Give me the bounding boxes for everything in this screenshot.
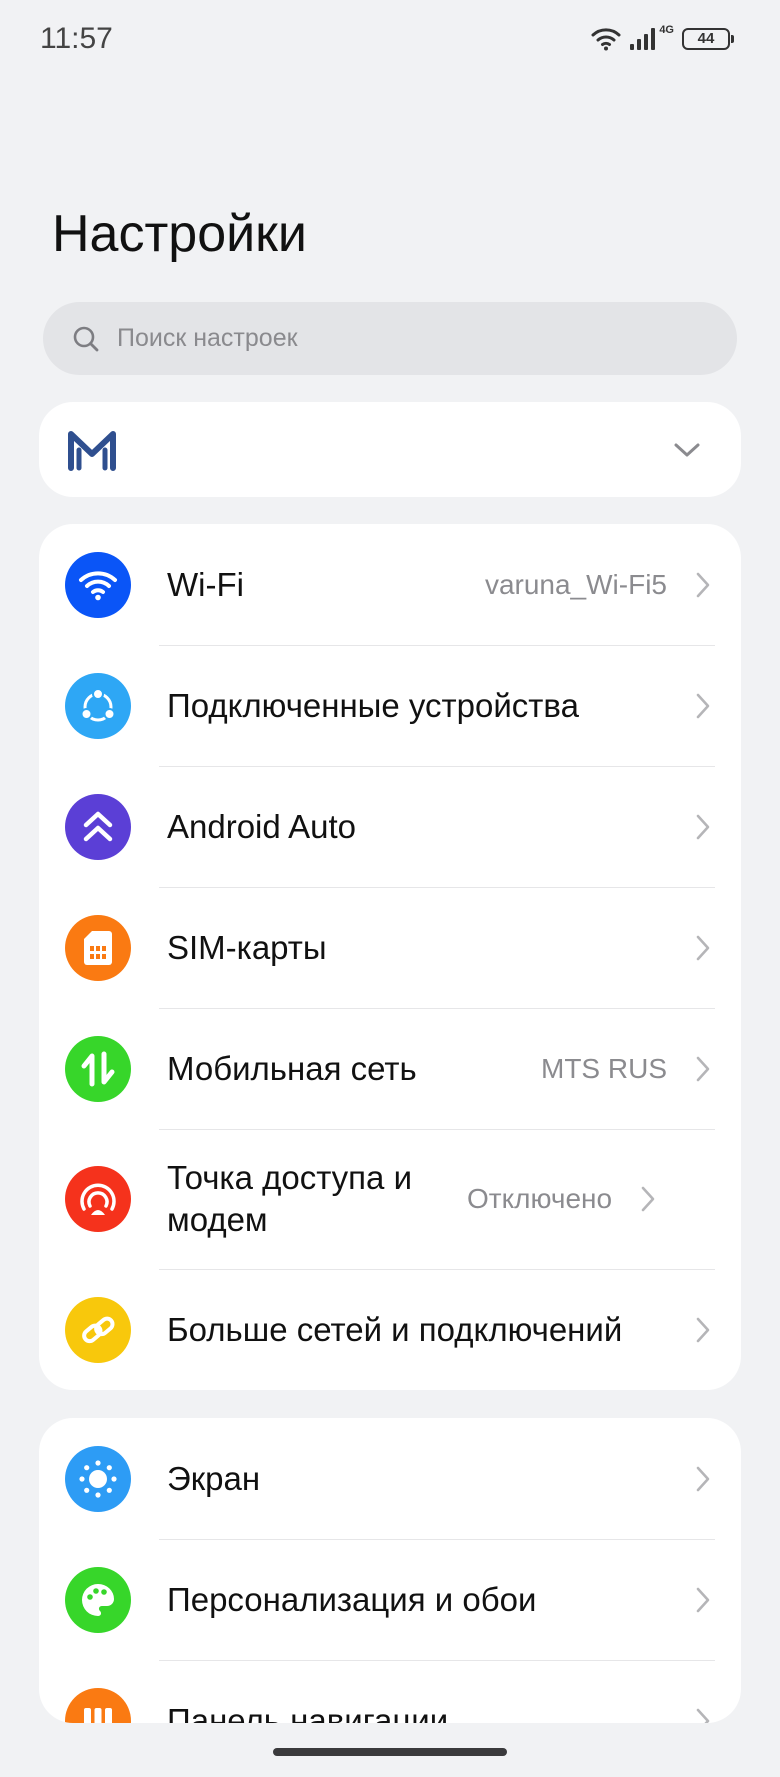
home-indicator[interactable]	[273, 1748, 507, 1756]
chevron-right-icon	[641, 1186, 655, 1212]
settings-item-android-auto[interactable]: Android Auto	[39, 766, 741, 887]
chevron-right-icon	[696, 1587, 710, 1612]
display-icon	[65, 1445, 131, 1512]
account-card[interactable]	[39, 402, 741, 497]
chevron-right-icon	[696, 572, 710, 597]
item-label: Подключенные устройства	[167, 686, 579, 724]
link-icon	[65, 1296, 131, 1363]
android-auto-icon	[65, 793, 131, 860]
hotspot-icon	[65, 1166, 131, 1232]
settings-item-hotspot[interactable]: Точка доступа и модем Отключено	[39, 1129, 741, 1269]
chevron-down-icon[interactable]	[673, 441, 701, 459]
battery-icon: 44	[682, 28, 734, 50]
settings-item-navigation-bar[interactable]: Панель навигации	[39, 1660, 741, 1723]
item-label: Wi-Fi	[167, 565, 244, 603]
m-logo	[68, 430, 116, 471]
chevron-right-icon	[696, 814, 710, 839]
status-bar: 11:57 4G 44	[0, 0, 780, 80]
wifi-icon	[65, 551, 131, 618]
status-icons: 4G 44	[591, 22, 734, 56]
display-group: Экран Персонализация и обои Панель навиг…	[39, 1418, 741, 1723]
search-bar[interactable]	[43, 302, 737, 375]
chevron-right-icon	[696, 693, 710, 718]
settings-item-more-connections[interactable]: Больше сетей и подключений	[39, 1269, 741, 1390]
chevron-right-icon	[696, 935, 710, 960]
connected-devices-icon	[65, 672, 131, 739]
settings-item-mobile-network[interactable]: Мобильная сеть MTS RUS	[39, 1008, 741, 1129]
item-label: Больше сетей и подключений	[167, 1310, 623, 1348]
item-label: Персонализация и обои	[167, 1580, 537, 1618]
item-value: MTS RUS	[541, 1052, 667, 1084]
item-label: Точка доступа и модем	[167, 1159, 413, 1238]
settings-item-display[interactable]: Экран	[39, 1418, 741, 1539]
item-label: SIM-карты	[167, 928, 327, 966]
item-value: varuna_Wi-Fi5	[484, 568, 667, 600]
wifi-signal-icon	[591, 28, 621, 51]
navigation-bar-icon	[65, 1687, 131, 1723]
sim-card-icon	[65, 914, 131, 981]
network-type: 4G	[659, 24, 674, 36]
item-label: Панель навигации	[167, 1701, 449, 1724]
page-title: Настройки	[52, 205, 307, 263]
item-value: Отключено	[467, 1183, 613, 1214]
settings-item-wifi[interactable]: Wi-Fi varuna_Wi-Fi5	[39, 524, 741, 645]
chevron-right-icon	[696, 1056, 710, 1081]
status-time: 11:57	[40, 22, 113, 55]
mobile-network-icon	[65, 1035, 131, 1102]
chevron-right-icon	[696, 1708, 710, 1723]
search-input[interactable]	[115, 323, 679, 354]
chevron-right-icon	[696, 1317, 710, 1342]
connectivity-group: Wi-Fi varuna_Wi-Fi5 Подключенные устройс…	[39, 524, 741, 1390]
item-label: Android Auto	[167, 807, 356, 845]
chevron-right-icon	[696, 1466, 710, 1491]
item-label: Экран	[167, 1459, 261, 1497]
settings-item-sim-cards[interactable]: SIM-карты	[39, 887, 741, 1008]
search-icon	[73, 326, 99, 351]
cell-signal-icon	[630, 28, 656, 50]
settings-item-connected-devices[interactable]: Подключенные устройства	[39, 645, 741, 766]
palette-icon	[65, 1566, 131, 1633]
item-label: Мобильная сеть	[167, 1049, 417, 1087]
settings-item-personalization[interactable]: Персонализация и обои	[39, 1539, 741, 1660]
